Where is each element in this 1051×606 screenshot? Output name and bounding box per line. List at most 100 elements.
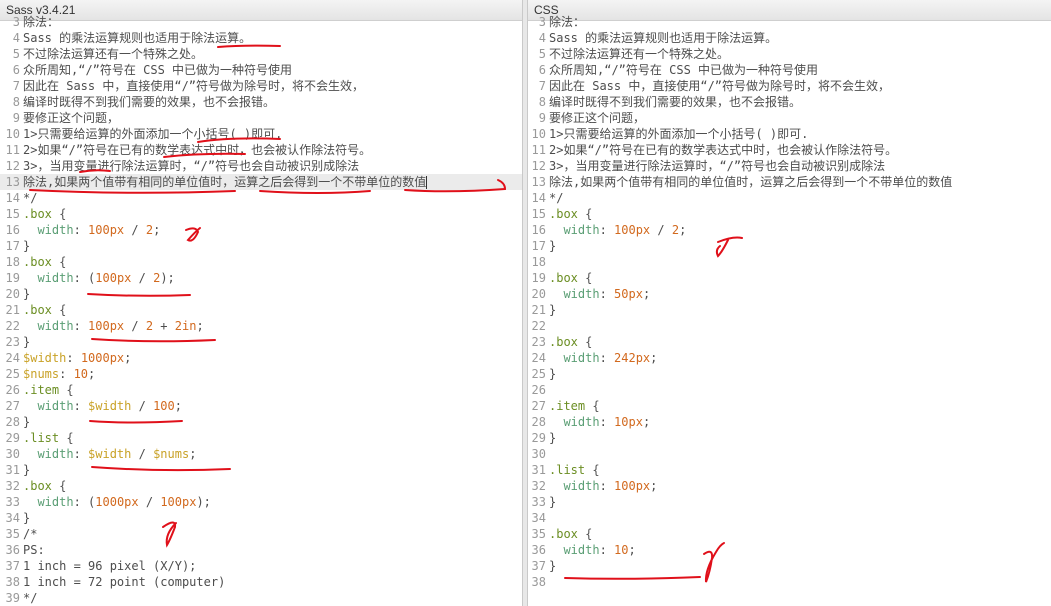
sass-code-line[interactable]: 33 width: (1000px / 100px); bbox=[0, 494, 522, 510]
sass-code-line[interactable]: 29 .list { bbox=[0, 430, 522, 446]
css-code-line[interactable]: 36 width: 10; bbox=[528, 542, 1051, 558]
sass-code-line[interactable]: 30 width: $width / $nums; bbox=[0, 446, 522, 462]
sass-code-line[interactable]: 9 要修正这个问题， bbox=[0, 110, 522, 126]
sass-code-line[interactable]: 17} bbox=[0, 238, 522, 254]
css-line-text: .box { bbox=[549, 527, 593, 541]
css-code-line[interactable]: 8 编译时既得不到我们需要的效果，也不会报错。 bbox=[528, 94, 1051, 110]
css-code-line[interactable]: 35 .box { bbox=[528, 526, 1051, 542]
css-code-line[interactable]: 34 bbox=[528, 510, 1051, 526]
css-line-number: 11 bbox=[531, 143, 546, 157]
css-code-line[interactable]: 13 除法,如果两个值带有相同的单位值时，运算之后会得到一个不带单位的数值 bbox=[528, 174, 1051, 190]
css-code-line[interactable]: 30 bbox=[528, 446, 1051, 462]
sass-line-text: PS: bbox=[23, 543, 45, 557]
css-line-text: .box { bbox=[549, 207, 593, 221]
sass-code-line[interactable]: 22 width: 100px / 2 + 2in; bbox=[0, 318, 522, 334]
css-line-text bbox=[548, 382, 1051, 398]
sass-code-line[interactable]: 13 除法,如果两个值带有相同的单位值时，运算之后会得到一个不带单位的数值 bbox=[0, 174, 522, 190]
sass-code-line[interactable]: 14 */ bbox=[0, 190, 522, 206]
css-code-line[interactable]: 16 width: 100px / 2; bbox=[528, 222, 1051, 238]
css-code-line[interactable]: 17} bbox=[528, 238, 1051, 254]
sass-line-number: 6 bbox=[12, 63, 20, 77]
sass-code-line[interactable]: 10 1>只需要给运算的外面添加一个小括号( )即可. bbox=[0, 126, 522, 142]
css-code-line[interactable]: 24 width: 242px; bbox=[528, 350, 1051, 366]
sass-code-line[interactable]: 11 2>如果“/”符号在已有的数学表达式中时，也会被认作除法符号。 bbox=[0, 142, 522, 158]
css-code-line[interactable]: 14 */ bbox=[528, 190, 1051, 206]
sass-code-line[interactable]: 36 PS: bbox=[0, 542, 522, 558]
sass-code-line[interactable]: 19 width: (100px / 2); bbox=[0, 270, 522, 286]
sass-code-line[interactable]: 27 width: $width / 100; bbox=[0, 398, 522, 414]
sass-code-line[interactable]: 24 $width: 1000px; bbox=[0, 350, 522, 366]
css-line-text: width: 10px; bbox=[563, 415, 651, 429]
sass-code-line[interactable]: 21 .box { bbox=[0, 302, 522, 318]
sass-line-number: 20 bbox=[5, 287, 20, 301]
css-code-line[interactable]: 3 除法： bbox=[528, 14, 1051, 30]
sass-code-line[interactable]: 6 众所周知,“/”符号在 CSS 中已做为一种符号使用 bbox=[0, 62, 522, 78]
css-code-line[interactable]: 7 因此在 Sass 中，直接使用“/”符号做为除号时，将不会生效， bbox=[528, 78, 1051, 94]
css-line-number: 18 bbox=[531, 255, 546, 269]
sass-code-line[interactable]: 26 .item { bbox=[0, 382, 522, 398]
sass-code-line[interactable]: 7 因此在 Sass 中，直接使用“/”符号做为除号时，将不会生效， bbox=[0, 78, 522, 94]
css-code-line[interactable]: 21} bbox=[528, 302, 1051, 318]
sass-code-line[interactable]: 35/* bbox=[0, 526, 522, 542]
css-code-line[interactable]: 10 1>只需要给运算的外面添加一个小括号( )即可. bbox=[528, 126, 1051, 142]
css-line-text: .list { bbox=[549, 463, 600, 477]
css-code-line[interactable]: 4 Sass 的乘法运算规则也适用于除法运算。 bbox=[528, 30, 1051, 46]
sass-code-line[interactable]: 18 .box { bbox=[0, 254, 522, 270]
sass-line-number: 16 bbox=[5, 223, 20, 237]
css-code-line[interactable]: 32 width: 100px; bbox=[528, 478, 1051, 494]
css-line-text: width: 10; bbox=[563, 543, 636, 557]
css-code-line[interactable]: 6 众所周知,“/”符号在 CSS 中已做为一种符号使用 bbox=[528, 62, 1051, 78]
sass-code-line[interactable]: 8 编译时既得不到我们需要的效果，也不会报错。 bbox=[0, 94, 522, 110]
css-code-line[interactable]: 28 width: 10px; bbox=[528, 414, 1051, 430]
css-code-area[interactable]: 3 除法： 4 Sass 的乘法运算规则也适用于除法运算。 5 不过除法运算还有一个特殊之… bbox=[528, 14, 1051, 590]
sass-code-line[interactable]: 3 除法： bbox=[0, 14, 522, 30]
css-line-text bbox=[548, 254, 1051, 270]
sass-line-number: 21 bbox=[5, 303, 20, 317]
css-code-line[interactable]: 31 .list { bbox=[528, 462, 1051, 478]
css-code-line[interactable]: 11 2>如果“/”符号在已有的数学表达式中时，也会被认作除法符号。 bbox=[528, 142, 1051, 158]
sass-code-line[interactable]: 16 width: 100px / 2; bbox=[0, 222, 522, 238]
sass-line-text: */ bbox=[23, 191, 38, 205]
sass-code-line[interactable]: 32 .box { bbox=[0, 478, 522, 494]
sass-code-line[interactable]: 5 不过除法运算还有一个特殊之处。 bbox=[0, 46, 522, 62]
css-line-text: 1>只需要给运算的外面添加一个小括号( )即可. bbox=[549, 127, 809, 141]
css-code-line[interactable]: 9 要修正这个问题， bbox=[528, 110, 1051, 126]
sass-code-line[interactable]: 25 $nums: 10; bbox=[0, 366, 522, 382]
css-code-line[interactable]: 22 bbox=[528, 318, 1051, 334]
css-code-line[interactable]: 37} bbox=[528, 558, 1051, 574]
css-line-number: 26 bbox=[531, 383, 546, 397]
sass-code-line[interactable]: 38 1 inch = 72 point (computer) bbox=[0, 574, 522, 590]
sass-code-line[interactable]: 4 Sass 的乘法运算规则也适用于除法运算。 bbox=[0, 30, 522, 46]
sass-line-number: 36 bbox=[5, 543, 20, 557]
sass-code-line[interactable]: 37 1 inch = 96 pixel (X/Y); bbox=[0, 558, 522, 574]
css-output-pane[interactable]: CSS 3 除法： 4 Sass 的乘法运算规则也适用于除法运算。 5 不过除法运算还有一… bbox=[528, 0, 1051, 606]
sass-line-text: .box { bbox=[23, 479, 67, 493]
sass-code-line[interactable]: 12 3>，当用变量进行除法运算时，“/”符号也会自动被识别成除法 bbox=[0, 158, 522, 174]
css-code-line[interactable]: 29} bbox=[528, 430, 1051, 446]
sass-line-text: .list { bbox=[23, 431, 74, 445]
css-code-line[interactable]: 23 .box { bbox=[528, 334, 1051, 350]
css-code-line[interactable]: 5 不过除法运算还有一个特殊之处。 bbox=[528, 46, 1051, 62]
css-code-line[interactable]: 33} bbox=[528, 494, 1051, 510]
css-code-line[interactable]: 26 bbox=[528, 382, 1051, 398]
sass-code-line[interactable]: 20} bbox=[0, 286, 522, 302]
css-code-line[interactable]: 15 .box { bbox=[528, 206, 1051, 222]
sass-editor-pane[interactable]: Sass v3.4.21 3 除法： 4 Sass 的乘法运算规则也适用于除法运算。 5… bbox=[0, 0, 522, 606]
css-code-line[interactable]: 25} bbox=[528, 366, 1051, 382]
sass-code-line[interactable]: 31} bbox=[0, 462, 522, 478]
css-code-line[interactable]: 12 3>，当用变量进行除法运算时，“/”符号也会自动被识别成除法 bbox=[528, 158, 1051, 174]
sass-line-number: 10 bbox=[5, 127, 20, 141]
sass-code-line[interactable]: 23} bbox=[0, 334, 522, 350]
css-code-line[interactable]: 20 width: 50px; bbox=[528, 286, 1051, 302]
css-code-line[interactable]: 38 bbox=[528, 574, 1051, 590]
sass-code-line[interactable]: 34} bbox=[0, 510, 522, 526]
css-code-line[interactable]: 27 .item { bbox=[528, 398, 1051, 414]
sass-line-number: 13 bbox=[5, 175, 20, 189]
sass-line-number: 4 bbox=[12, 31, 20, 45]
css-code-line[interactable]: 19 .box { bbox=[528, 270, 1051, 286]
sass-code-line[interactable]: 28} bbox=[0, 414, 522, 430]
sass-code-line[interactable]: 15 .box { bbox=[0, 206, 522, 222]
css-code-line[interactable]: 18 bbox=[528, 254, 1051, 270]
sass-code-line[interactable]: 39 */ bbox=[0, 590, 522, 606]
sass-code-area[interactable]: 3 除法： 4 Sass 的乘法运算规则也适用于除法运算。 5 不过除法运算还有一个特殊之… bbox=[0, 14, 522, 606]
